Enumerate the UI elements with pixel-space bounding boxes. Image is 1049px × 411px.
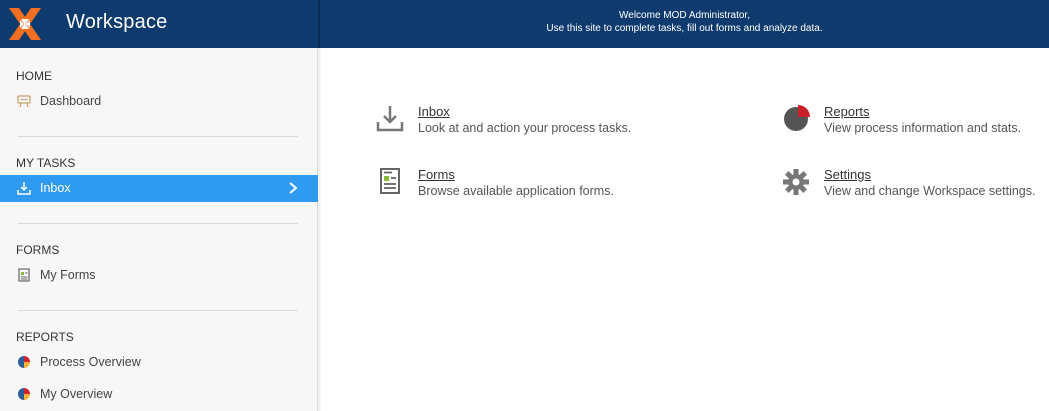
sidebar-item-label: Process Overview	[40, 355, 141, 369]
inbox-download-icon	[376, 106, 404, 132]
workspace-logo-icon	[9, 8, 41, 40]
section-heading-my-tasks: MY TASKS	[16, 156, 76, 170]
dashboard-icon	[17, 95, 31, 108]
form-document-icon	[18, 268, 30, 282]
tile-forms[interactable]: Forms Browse available application forms…	[376, 167, 676, 207]
tile-description: View process information and stats.	[824, 121, 1022, 135]
section-heading-home: HOME	[16, 69, 52, 83]
welcome-instructions: Use this site to complete tasks, fill ou…	[546, 23, 823, 34]
tile-description: Look at and action your process tasks.	[418, 121, 632, 135]
tile-title[interactable]: Reports	[824, 104, 870, 119]
sidebar-shadow	[318, 48, 322, 411]
tile-description: View and change Workspace settings.	[824, 184, 1036, 198]
sidebar-item-process-overview[interactable]: Process Overview	[0, 349, 318, 376]
tile-title[interactable]: Settings	[824, 167, 871, 182]
tile-settings[interactable]: Settings View and change Workspace setti…	[782, 167, 1047, 207]
sidebar-item-label: Dashboard	[40, 94, 102, 108]
tile-description: Browse available application forms.	[418, 184, 614, 198]
section-heading-reports: REPORTS	[16, 330, 74, 344]
tile-inbox[interactable]: Inbox Look at and action your process ta…	[376, 104, 676, 144]
pie-chart-icon	[18, 388, 30, 400]
sidebar-divider	[18, 136, 298, 137]
gear-icon	[783, 169, 809, 195]
tile-title[interactable]: Forms	[418, 167, 455, 182]
chevron-right-icon	[289, 182, 298, 194]
sidebar-item-my-forms[interactable]: My Forms	[0, 262, 318, 289]
sidebar-item-my-overview[interactable]: My Overview	[0, 381, 318, 408]
welcome-message: Welcome MOD Administrator, Use this site…	[320, 9, 1049, 35]
sidebar-item-inbox[interactable]: Inbox	[0, 175, 318, 202]
top-header: Workspace Welcome MOD Administrator, Use…	[0, 0, 1049, 48]
sidebar-item-label: My Forms	[40, 268, 96, 282]
inbox-download-icon	[17, 182, 31, 195]
app-title: Workspace	[66, 11, 168, 33]
sidebar-item-label: Inbox	[40, 181, 71, 195]
tile-reports[interactable]: Reports View process information and sta…	[782, 104, 1047, 144]
sidebar-divider	[18, 223, 298, 224]
form-document-icon	[380, 168, 400, 194]
pie-chart-icon	[18, 356, 30, 368]
sidebar-divider	[18, 310, 298, 311]
welcome-greeting: Welcome MOD Administrator,	[619, 10, 750, 21]
sidebar-item-label: My Overview	[40, 387, 113, 401]
pie-chart-icon	[784, 105, 810, 131]
tile-title[interactable]: Inbox	[418, 104, 450, 119]
section-heading-forms: FORMS	[16, 243, 60, 257]
sidebar-item-dashboard[interactable]: Dashboard	[0, 88, 318, 115]
brand[interactable]: Workspace	[0, 0, 318, 48]
sidebar: HOME Dashboard MY TASKS Inbox FORMS My F…	[0, 48, 318, 411]
